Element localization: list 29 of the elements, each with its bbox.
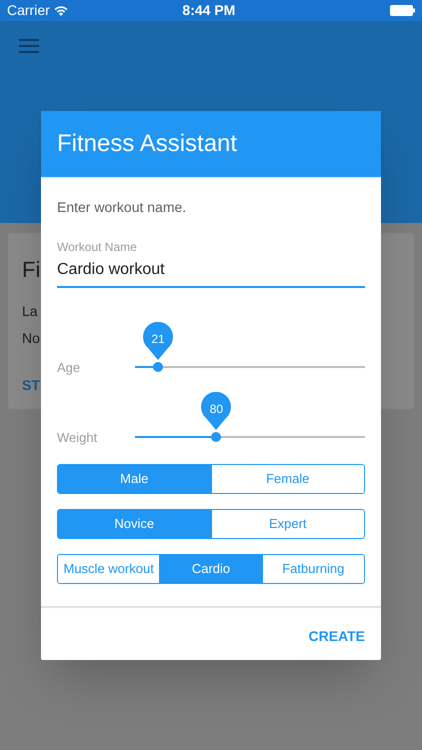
create-button[interactable]: CREATE xyxy=(308,626,365,647)
menu-icon[interactable] xyxy=(19,39,39,53)
carrier-text: Carrier xyxy=(7,1,50,20)
workout-name-field[interactable]: Workout Name Cardio workout xyxy=(57,238,365,288)
dialog-title: Fitness Assistant xyxy=(57,129,238,159)
card-title: Fi xyxy=(22,259,40,281)
card-text: No xyxy=(22,329,40,348)
segment[interactable]: Novice xyxy=(58,510,210,538)
card-text: La xyxy=(22,302,38,321)
slider-label: Age xyxy=(57,361,82,374)
segment[interactable]: Cardio xyxy=(159,555,262,583)
clock-text: 8:44 PM xyxy=(181,1,236,20)
segment[interactable]: Male xyxy=(58,465,210,493)
segment[interactable]: Fatburning xyxy=(262,555,364,583)
slider-thumb[interactable] xyxy=(211,432,222,442)
slider-reading: 21 xyxy=(150,331,166,348)
segment[interactable]: Expert xyxy=(210,510,364,538)
slider-thumb[interactable] xyxy=(153,362,163,372)
slider-label: Weight xyxy=(57,431,98,444)
wifi-icon xyxy=(54,5,68,16)
pin-icon xyxy=(200,392,232,430)
battery-icon xyxy=(390,5,415,16)
pin-icon xyxy=(142,322,174,360)
slider-reading: 80 xyxy=(208,401,224,418)
segment[interactable]: Female xyxy=(210,465,364,493)
field-value: Cardio workout xyxy=(57,260,166,280)
card-action[interactable]: ST xyxy=(22,375,40,396)
field-label: Workout Name xyxy=(57,239,138,256)
prompt-text: Enter workout name. xyxy=(57,198,188,217)
